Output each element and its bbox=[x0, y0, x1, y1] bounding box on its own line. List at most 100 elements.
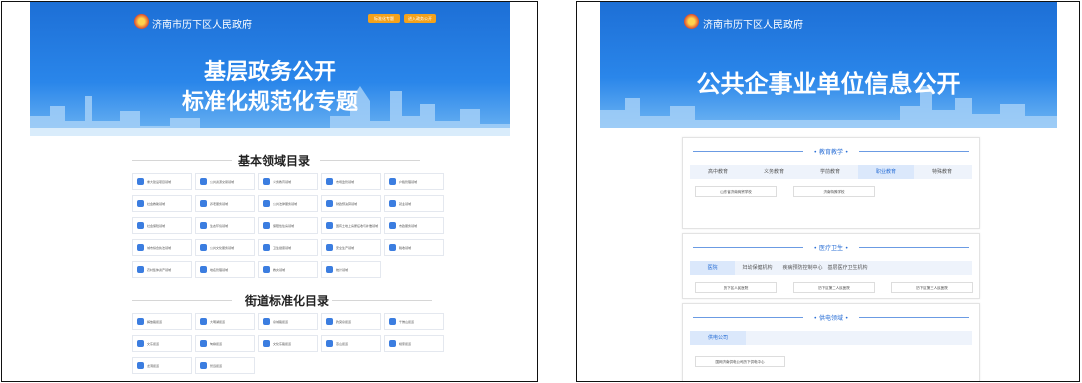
domain-icon bbox=[200, 244, 207, 251]
unit-card: • 教育教学 • 高中教育 义务教育 学前教育 职业教育 特殊教育 山东省济南商贸学校 济南特… bbox=[682, 137, 980, 229]
domain-tile[interactable]: 农村集体资产领域 bbox=[132, 261, 192, 278]
domain-icon bbox=[263, 222, 270, 229]
street-tile[interactable]: 解放路街道 bbox=[132, 313, 192, 330]
banner-title-line1: 基层政务公开 bbox=[203, 60, 336, 85]
domain-icon bbox=[200, 200, 207, 207]
domain-icon bbox=[137, 222, 144, 229]
domain-icon bbox=[263, 244, 270, 251]
tile-label: 卫生健康领域 bbox=[273, 245, 292, 250]
domain-tile[interactable]: 社会保险领域 bbox=[132, 217, 192, 234]
street-tile[interactable]: 燕山街道 bbox=[321, 335, 381, 352]
domain-tile[interactable]: 重大建设项目领域 bbox=[132, 173, 192, 190]
domain-tile[interactable]: 生态环境领域 bbox=[195, 217, 255, 234]
domain-icon bbox=[389, 222, 396, 229]
divider bbox=[859, 247, 969, 248]
domain-tile[interactable]: 国有土地上房屋征收与补偿领域 bbox=[321, 217, 381, 234]
tile-label: 智远街道 bbox=[210, 363, 223, 368]
header-button-open[interactable]: 进入政务公开 bbox=[404, 14, 436, 23]
unit-link-button[interactable]: 山东省济南商贸学校 bbox=[695, 186, 777, 197]
tile-label: 生态环境领域 bbox=[210, 223, 229, 228]
domain-tile[interactable]: 就业领域 bbox=[384, 195, 444, 212]
domain-tile[interactable]: 统计领域 bbox=[321, 261, 381, 278]
divider bbox=[693, 317, 803, 318]
domain-icon bbox=[200, 340, 207, 347]
tab-item[interactable]: 供电公司 bbox=[690, 331, 746, 345]
street-tile[interactable]: 智远街道 bbox=[195, 357, 255, 374]
tab-item[interactable]: 职业教育 bbox=[858, 165, 914, 179]
street-tile[interactable]: 甸柳街道 bbox=[195, 335, 255, 352]
tile-label: 保障性住房领域 bbox=[273, 223, 295, 228]
unit-link-button[interactable]: 国网济南供电公司历下供电中心 bbox=[695, 356, 785, 367]
domain-tile[interactable]: 社会救助领域 bbox=[132, 195, 192, 212]
tab-item[interactable]: 特殊教育 bbox=[914, 165, 970, 179]
unit-link-button[interactable]: 历下区第二人民医院 bbox=[793, 282, 875, 293]
domain-tile[interactable]: 公共文化服务领域 bbox=[195, 239, 255, 256]
unit-card: • 医疗卫生 • 医院 妇幼保健机构 疾病预防控制中心 基层医疗卫生机构 历下区人民医院历… bbox=[682, 233, 980, 299]
domain-tile[interactable]: 市政服务领域 bbox=[384, 217, 444, 234]
domain-tile[interactable]: 义务教育领域 bbox=[258, 173, 318, 190]
site-name[interactable]: 济南市历下区人民政府 bbox=[703, 16, 803, 31]
tile-label: 税收领域 bbox=[399, 245, 412, 250]
tile-label: 文化东路街道 bbox=[273, 341, 292, 346]
tile-label: 国有土地上房屋征收与补偿领域 bbox=[336, 223, 379, 228]
unit-link-button[interactable]: 历下区人民医院 bbox=[695, 282, 777, 293]
tile-label: 市政服务领域 bbox=[399, 223, 418, 228]
tab-item[interactable]: 义务教育 bbox=[746, 165, 802, 179]
domain-tile[interactable]: 财政预决算领域 bbox=[321, 195, 381, 212]
tile-label: 公共文化服务领域 bbox=[210, 245, 235, 250]
tab-item[interactable]: 高中教育 bbox=[690, 165, 746, 179]
domain-tile[interactable]: 城市综合执法领域 bbox=[132, 239, 192, 256]
domain-tile[interactable]: 救灾领域 bbox=[258, 261, 318, 278]
tile-label: 社会救助领域 bbox=[147, 201, 166, 206]
domain-icon bbox=[263, 266, 270, 273]
national-emblem-icon bbox=[134, 14, 149, 29]
header-button-topic[interactable]: 标准化专题 bbox=[368, 14, 400, 23]
domain-icon bbox=[389, 244, 396, 251]
tile-label: 救灾领域 bbox=[273, 267, 286, 272]
street-tile[interactable]: 文化东路街道 bbox=[258, 335, 318, 352]
street-tile[interactable]: 趵突泉街道 bbox=[321, 313, 381, 330]
tab-item[interactable]: 妇幼保健机构 bbox=[735, 261, 780, 275]
domain-tile[interactable]: 养老服务领域 bbox=[195, 195, 255, 212]
tile-label: 姚家街道 bbox=[399, 341, 412, 346]
domain-tile[interactable]: 卫生健康领域 bbox=[258, 239, 318, 256]
domain-icon bbox=[389, 200, 396, 207]
domain-tile[interactable]: 税收领域 bbox=[384, 239, 444, 256]
street-tile[interactable]: 龙洞街道 bbox=[132, 357, 192, 374]
domain-tile[interactable]: 市场监管领域 bbox=[321, 173, 381, 190]
divider bbox=[332, 300, 432, 301]
street-tile[interactable]: 千佛山街道 bbox=[384, 313, 444, 330]
tile-label: 社会保险领域 bbox=[147, 223, 166, 228]
domain-tile[interactable]: 安全生产领域 bbox=[321, 239, 381, 256]
street-tile[interactable]: 泉城路街道 bbox=[258, 313, 318, 330]
tab-item[interactable]: 学前教育 bbox=[802, 165, 858, 179]
tab-item[interactable]: 基层医疗卫生机构 bbox=[825, 261, 870, 275]
domain-tile[interactable]: 公共资源交易领域 bbox=[195, 173, 255, 190]
tile-label: 市场监管领域 bbox=[336, 179, 355, 184]
left-screenshot-panel: 济南市历下区人民政府 标准化专题 进入政务公开 基层政务公开 标准化规范化专题 … bbox=[1, 1, 538, 382]
street-tile[interactable]: 姚家街道 bbox=[384, 335, 444, 352]
domain-icon bbox=[263, 178, 270, 185]
domain-icon bbox=[137, 362, 144, 369]
tile-label: 公共资源交易领域 bbox=[210, 179, 235, 184]
domain-tile[interactable]: 地名管理领域 bbox=[195, 261, 255, 278]
street-tile[interactable]: 文东街道 bbox=[132, 335, 192, 352]
divider bbox=[132, 160, 232, 161]
unit-link-button[interactable]: 济南特殊学校 bbox=[793, 186, 875, 197]
domain-icon bbox=[326, 244, 333, 251]
domain-tile[interactable]: 保障性住房领域 bbox=[258, 217, 318, 234]
domain-icon bbox=[137, 178, 144, 185]
domain-icon bbox=[200, 266, 207, 273]
street-tile[interactable]: 大明湖街道 bbox=[195, 313, 255, 330]
domain-icon bbox=[200, 178, 207, 185]
tab-item[interactable]: 疾病预防控制中心 bbox=[780, 261, 825, 275]
domain-icon bbox=[263, 200, 270, 207]
left-banner: 济南市历下区人民政府 标准化专题 进入政务公开 基层政务公开 标准化规范化专题 bbox=[30, 2, 510, 136]
tile-label: 千佛山街道 bbox=[399, 319, 415, 324]
tab-item[interactable]: 医院 bbox=[690, 261, 735, 275]
tile-label: 地名管理领域 bbox=[210, 267, 229, 272]
unit-link-button[interactable]: 历下区第三人民医院 bbox=[891, 282, 973, 293]
site-name[interactable]: 济南市历下区人民政府 bbox=[152, 16, 252, 31]
domain-tile[interactable]: 户籍管理领域 bbox=[384, 173, 444, 190]
domain-tile[interactable]: 公共法律服务领域 bbox=[258, 195, 318, 212]
